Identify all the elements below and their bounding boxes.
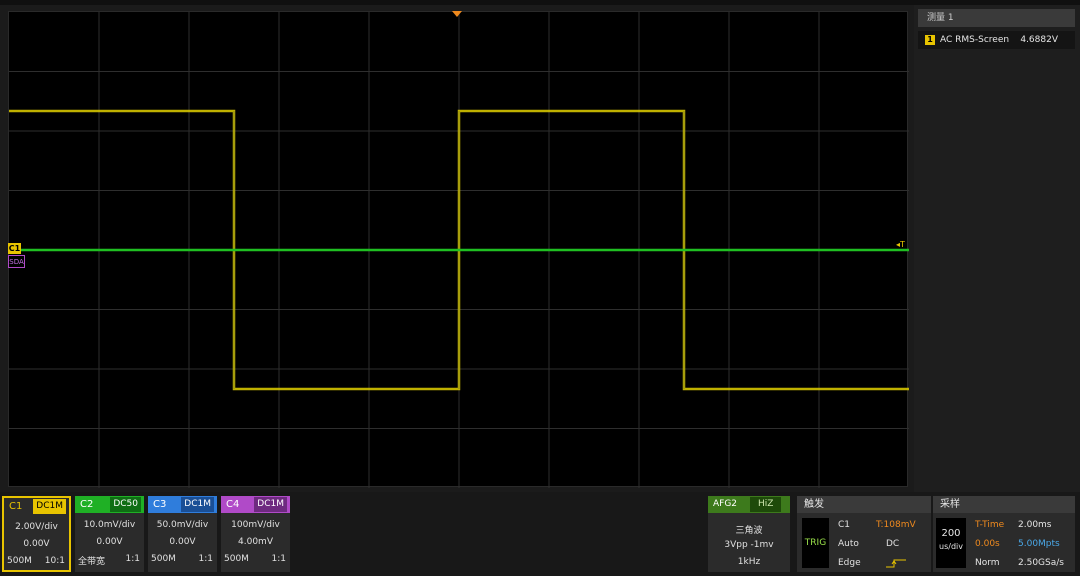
channel3-name: C3 (153, 499, 167, 510)
measurement-panel (914, 5, 1080, 492)
channel3-header: C3 DC1M (148, 496, 217, 513)
channel3-probe: 1:1 (198, 554, 213, 564)
memory-depth: 5.00Mpts (1018, 539, 1060, 549)
channel2-coupling: DC50 (110, 497, 141, 512)
channel2-probe: 1:1 (125, 554, 140, 564)
measurement-row[interactable]: 1 AC RMS-Screen 4.6882V (918, 31, 1075, 49)
channel2-box[interactable]: C2 DC50 10.0mV/div 0.00V 全带宽 1:1 (75, 496, 144, 572)
trigger-title: 触发 (797, 496, 931, 513)
acquire-box[interactable]: 采样 200 us/div T-Time 2.00ms 0.00s 5.00Mp… (933, 496, 1075, 572)
channel3-coupling: DC1M (181, 497, 214, 512)
channel2-offset: 0.00V (96, 537, 123, 547)
channel4-coupling: DC1M (254, 497, 287, 512)
channel1-bandwidth: 500M (7, 556, 32, 566)
trigger-position-marker[interactable] (452, 11, 462, 17)
acquire-mode: Norm (975, 558, 1000, 568)
measurement-value: 4.6882V (1020, 35, 1058, 45)
trigger-type: Edge (838, 558, 861, 568)
channel4-offset: 4.00mV (238, 537, 273, 547)
measurement-channel-badge: 1 (925, 35, 935, 45)
channel1-offset: 0.00V (23, 539, 50, 549)
channel3-box[interactable]: C3 DC1M 50.0mV/div 0.00V 500M 1:1 (148, 496, 217, 572)
channel1-coupling: DC1M (33, 499, 66, 514)
channel4-box[interactable]: C4 DC1M 100mV/div 4.00mV 500M 1:1 (221, 496, 290, 572)
channel4-scale: 100mV/div (231, 520, 280, 530)
timebase-tag: 200 us/div (936, 518, 966, 568)
trigger-mode: Auto (838, 539, 859, 549)
channel3-bandwidth: 500M (151, 554, 176, 564)
channel3-footer: 500M 1:1 (151, 554, 214, 564)
timebase-value: 200 (941, 528, 961, 539)
rising-edge-icon (886, 559, 906, 568)
channel1-offset-marker[interactable]: C1 (8, 243, 21, 254)
channel2-header: C2 DC50 (75, 496, 144, 513)
channel2-name: C2 (80, 499, 94, 510)
channel1-scale: 2.00V/div (15, 522, 58, 532)
channel1-name: C1 (9, 501, 23, 512)
afg-header: AFG2 HiZ (708, 496, 790, 513)
trigger-coupling: DC (886, 539, 900, 549)
horizontal-delay: 0.00s (975, 539, 1000, 549)
measurement-title[interactable]: 测量 1 (918, 9, 1075, 27)
afg-amplitude: 3Vpp -1mv (724, 540, 774, 550)
acquire-title: 采样 (933, 496, 1075, 513)
ttime-label: T-Time (975, 520, 1005, 530)
trigger-level-marker[interactable]: ◂T (896, 240, 905, 249)
waveform-plot (9, 12, 909, 488)
trigger-source: C1 (838, 520, 851, 530)
trigger-box[interactable]: 触发 TRIG C1 T:108mV Auto DC Edge (797, 496, 931, 572)
channel2-bandwidth: 全带宽 (78, 557, 106, 567)
waveform-display[interactable] (8, 11, 909, 488)
channel1-footer: 500M 10:1 (7, 556, 66, 566)
trigger-level: T:108mV (876, 520, 916, 530)
afg-name: AFG2 (713, 499, 738, 509)
channel4-header: C4 DC1M (221, 496, 290, 513)
measurement-name: AC RMS-Screen (940, 35, 1010, 45)
afg-wave: 三角波 (735, 526, 763, 536)
ttime-value: 2.00ms (1018, 520, 1052, 530)
afg-frequency: 1kHz (737, 557, 761, 567)
channel2-footer: 全带宽 1:1 (78, 554, 141, 567)
afg-impedance: HiZ (750, 497, 782, 512)
channel4-footer: 500M 1:1 (224, 554, 287, 564)
channel1-probe: 10:1 (44, 556, 65, 566)
channel2-scale: 10.0mV/div (83, 520, 136, 530)
channel4-name: C4 (226, 499, 240, 510)
channel1-box[interactable]: C1 DC1M 2.00V/div 0.00V 500M 10:1 (2, 496, 71, 572)
bus-sda-label: SDA (8, 255, 25, 268)
afg-box[interactable]: AFG2 HiZ 三角波 3Vpp -1mv 1kHz (708, 496, 790, 572)
channel4-bandwidth: 500M (224, 554, 249, 564)
timebase-unit: us/div (939, 542, 963, 551)
sample-rate: 2.50GSa/s (1018, 558, 1064, 568)
trigger-status-tag: TRIG (802, 518, 829, 568)
channel1-header: C1 DC1M (4, 498, 69, 515)
channel3-offset: 0.00V (169, 537, 196, 547)
channel3-scale: 50.0mV/div (156, 520, 209, 530)
channel4-probe: 1:1 (271, 554, 286, 564)
